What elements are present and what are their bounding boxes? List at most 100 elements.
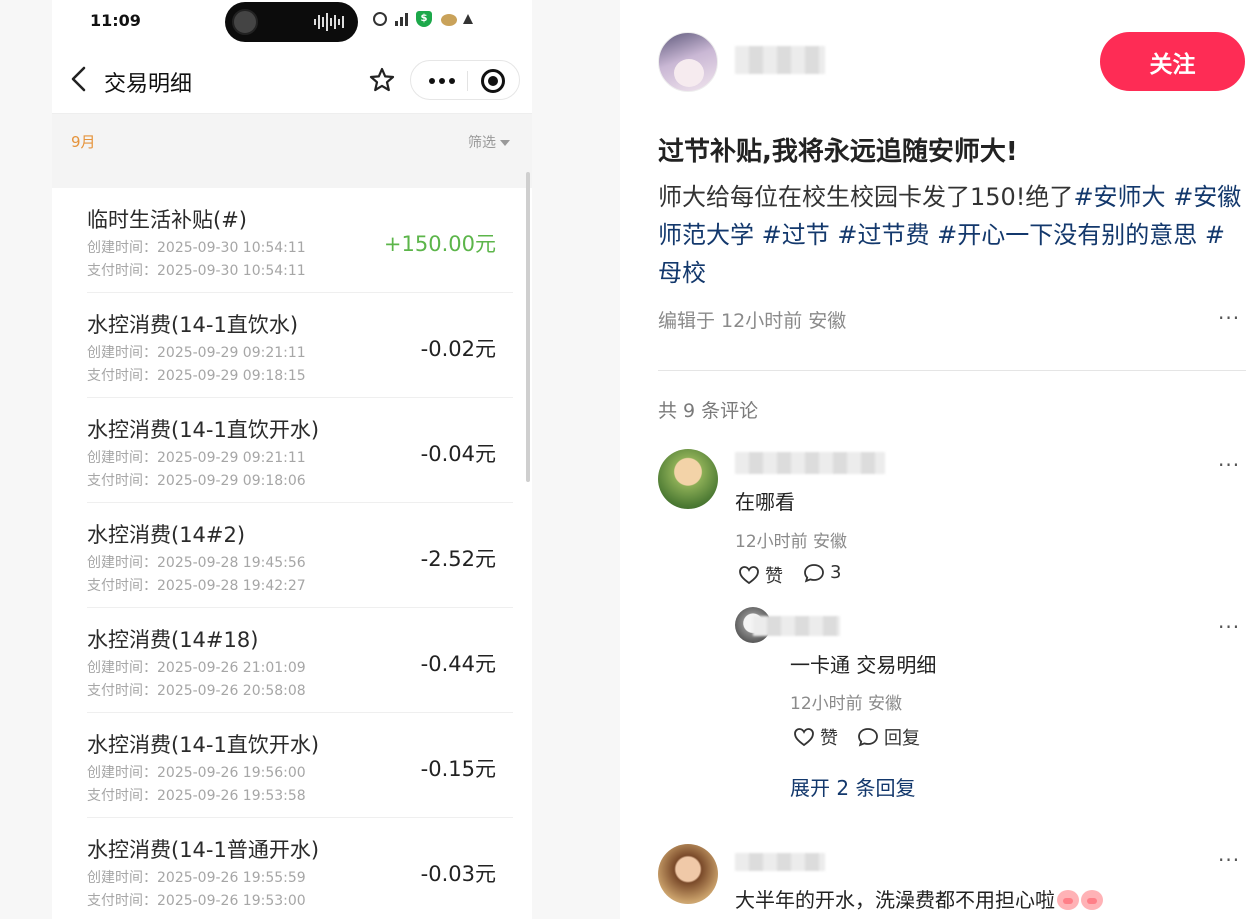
more-icon[interactable] (425, 71, 459, 91)
post-edit-meta: 编辑于 12小时前 安徽 (658, 310, 847, 332)
transaction-item[interactable]: 水控消费(14-1直饮水) 创建时间：2025-09-29 09:21:11 支… (87, 293, 513, 398)
island-avatar-icon (232, 9, 258, 35)
transaction-title: 水控消费(14-1直饮开水) (87, 733, 320, 757)
commenter-avatar[interactable] (658, 844, 718, 904)
heart-icon (794, 728, 814, 747)
app-icon (438, 11, 457, 27)
like-label: 赞 (765, 566, 783, 587)
comment-text-row: 大半年的开水，洗澡费都不用担心啦 (735, 884, 1103, 913)
transaction-item[interactable]: 水控消费(14-1直饮开水) 创建时间：2025-09-29 09:21:11 … (87, 398, 513, 503)
hashtag-link[interactable]: #安师大 (1073, 183, 1165, 211)
paid-time: 支付时间：2025-09-29 09:18:06 (87, 473, 306, 489)
created-time: 创建时间：2025-09-26 21:01:09 (87, 660, 306, 676)
comment-icon (858, 728, 878, 747)
follow-button[interactable]: 关注 (1100, 32, 1245, 91)
commenter-name-blurred (735, 853, 825, 871)
hashtag-link[interactable]: #开心一下没有别的意思 (937, 221, 1197, 249)
reply-more-icon[interactable]: ··· (1218, 615, 1240, 639)
heart-icon (739, 566, 759, 585)
pig-emoji-icon (1057, 890, 1079, 910)
dynamic-island (225, 2, 358, 42)
commenter-avatar[interactable] (658, 449, 718, 509)
target-icon[interactable] (481, 69, 505, 93)
paid-time: 支付时间：2025-09-26 20:58:08 (87, 683, 306, 699)
created-time: 创建时间：2025-09-26 19:55:59 (87, 870, 306, 886)
created-time: 创建时间：2025-09-26 19:56:00 (87, 765, 306, 781)
signal-icon (394, 11, 410, 27)
transaction-amount: -0.02元 (420, 337, 496, 361)
paid-time: 支付时间：2025-09-30 10:54:11 (87, 263, 306, 279)
created-time: 创建时间：2025-09-30 10:54:11 (87, 240, 306, 256)
post-body: 师大给每位在校生校园卡发了150!绝了#安师大 #安徽师范大学 #过节 #过节费… (658, 178, 1246, 292)
transaction-amount: -0.15元 (420, 757, 496, 781)
created-time: 创建时间：2025-09-28 19:45:56 (87, 555, 306, 571)
page-title: 交易明细 (104, 72, 193, 97)
reply-label: 回复 (884, 728, 920, 749)
divider (658, 370, 1246, 371)
author-name-blurred (735, 46, 825, 74)
mini-program-capsule (410, 60, 520, 100)
transaction-item[interactable]: 水控消费(14#18) 创建时间：2025-09-26 21:01:09 支付时… (87, 608, 513, 713)
comment-more-icon[interactable]: ··· (1218, 848, 1240, 872)
transaction-amount: -0.04元 (420, 442, 496, 466)
status-time: 11:09 (90, 11, 141, 30)
reply-count: 3 (830, 562, 842, 583)
month-filter-row: 9月 筛选 (52, 115, 532, 167)
paid-time: 支付时间：2025-09-29 09:18:15 (87, 368, 306, 384)
reply-meta: 12小时前 安徽 (790, 694, 903, 714)
hashtag-link[interactable]: #过节费 (837, 221, 929, 249)
pig-emoji-icon (1081, 890, 1103, 910)
author-avatar[interactable] (658, 32, 718, 92)
transaction-item[interactable]: 水控消费(14-1普通开水) 创建时间：2025-09-26 19:55:59 … (87, 818, 513, 919)
comment-icon (804, 563, 824, 583)
transaction-title: 水控消费(14#18) (87, 628, 259, 652)
commenter-name-blurred (735, 452, 885, 474)
notification-icon (372, 11, 388, 27)
reply-like-button[interactable]: 赞 (793, 724, 838, 750)
reply-button[interactable]: 回复 (857, 724, 920, 750)
hashtag-link[interactable]: #过节 (762, 221, 830, 249)
transaction-item[interactable]: 水控消费(14#2) 创建时间：2025-09-28 19:45:56 支付时间… (87, 503, 513, 608)
post-detail-panel: 关注 过节补贴,我将永远追随安师大! 师大给每位在校生校园卡发了150!绝了#安… (620, 0, 1246, 919)
transaction-amount: -0.03元 (420, 862, 496, 886)
transaction-title: 水控消费(14#2) (87, 523, 246, 547)
transaction-title: 水控消费(14-1普通开水) (87, 838, 320, 862)
star-icon[interactable] (368, 66, 396, 94)
month-label: 9月 (71, 133, 96, 151)
transaction-amount: +150.00元 (383, 232, 496, 256)
post-more-icon[interactable]: ··· (1218, 306, 1240, 330)
transaction-list: 临时生活补贴(#) 创建时间：2025-09-30 10:54:11 支付时间：… (52, 188, 532, 919)
security-shield-icon: $ (416, 11, 432, 27)
transaction-amount: -2.52元 (420, 547, 496, 571)
paid-time: 支付时间：2025-09-26 19:53:58 (87, 788, 306, 804)
transaction-title: 水控消费(14-1直饮水) (87, 313, 299, 337)
post-body-text: 师大给每位在校生校园卡发了150!绝了 (658, 183, 1074, 211)
reply-name-blurred (753, 616, 840, 636)
comment-more-icon[interactable]: ··· (1218, 453, 1240, 477)
status-icons: $ (372, 11, 476, 27)
capsule-divider (467, 71, 468, 91)
paid-time: 支付时间：2025-09-26 19:53:00 (87, 893, 306, 909)
mini-app-navbar: 交易明细 (52, 44, 532, 114)
like-label: 赞 (820, 728, 838, 749)
back-arrow-icon[interactable] (68, 66, 92, 92)
expand-replies-link[interactable]: 展开 2 条回复 (790, 772, 915, 801)
like-button[interactable]: 赞 (738, 562, 783, 588)
audio-wave-icon (314, 13, 344, 31)
transaction-amount: -0.44元 (420, 652, 496, 676)
post-title: 过节补贴,我将永远追随安师大! (658, 137, 1018, 167)
misc-status-icon (460, 11, 476, 27)
comment-text: 在哪看 (735, 490, 795, 514)
list-scrollbar[interactable] (526, 172, 530, 482)
transaction-title: 临时生活补贴(#) (87, 208, 247, 232)
transaction-item[interactable]: 临时生活补贴(#) 创建时间：2025-09-30 10:54:11 支付时间：… (87, 188, 513, 293)
paid-time: 支付时间：2025-09-28 19:42:27 (87, 578, 306, 594)
transaction-title: 水控消费(14-1直饮开水) (87, 418, 320, 442)
filter-button[interactable]: 筛选 (468, 132, 510, 152)
created-time: 创建时间：2025-09-29 09:21:11 (87, 345, 306, 361)
transaction-item[interactable]: 水控消费(14-1直饮开水) 创建时间：2025-09-26 19:56:00 … (87, 713, 513, 818)
status-bar: 11:09 $ (52, 0, 532, 44)
comment-text: 大半年的开水，洗澡费都不用担心啦 (735, 888, 1055, 912)
reply-text: 一卡通 交易明细 (790, 653, 937, 677)
reply-count-button[interactable]: 3 (803, 562, 841, 583)
